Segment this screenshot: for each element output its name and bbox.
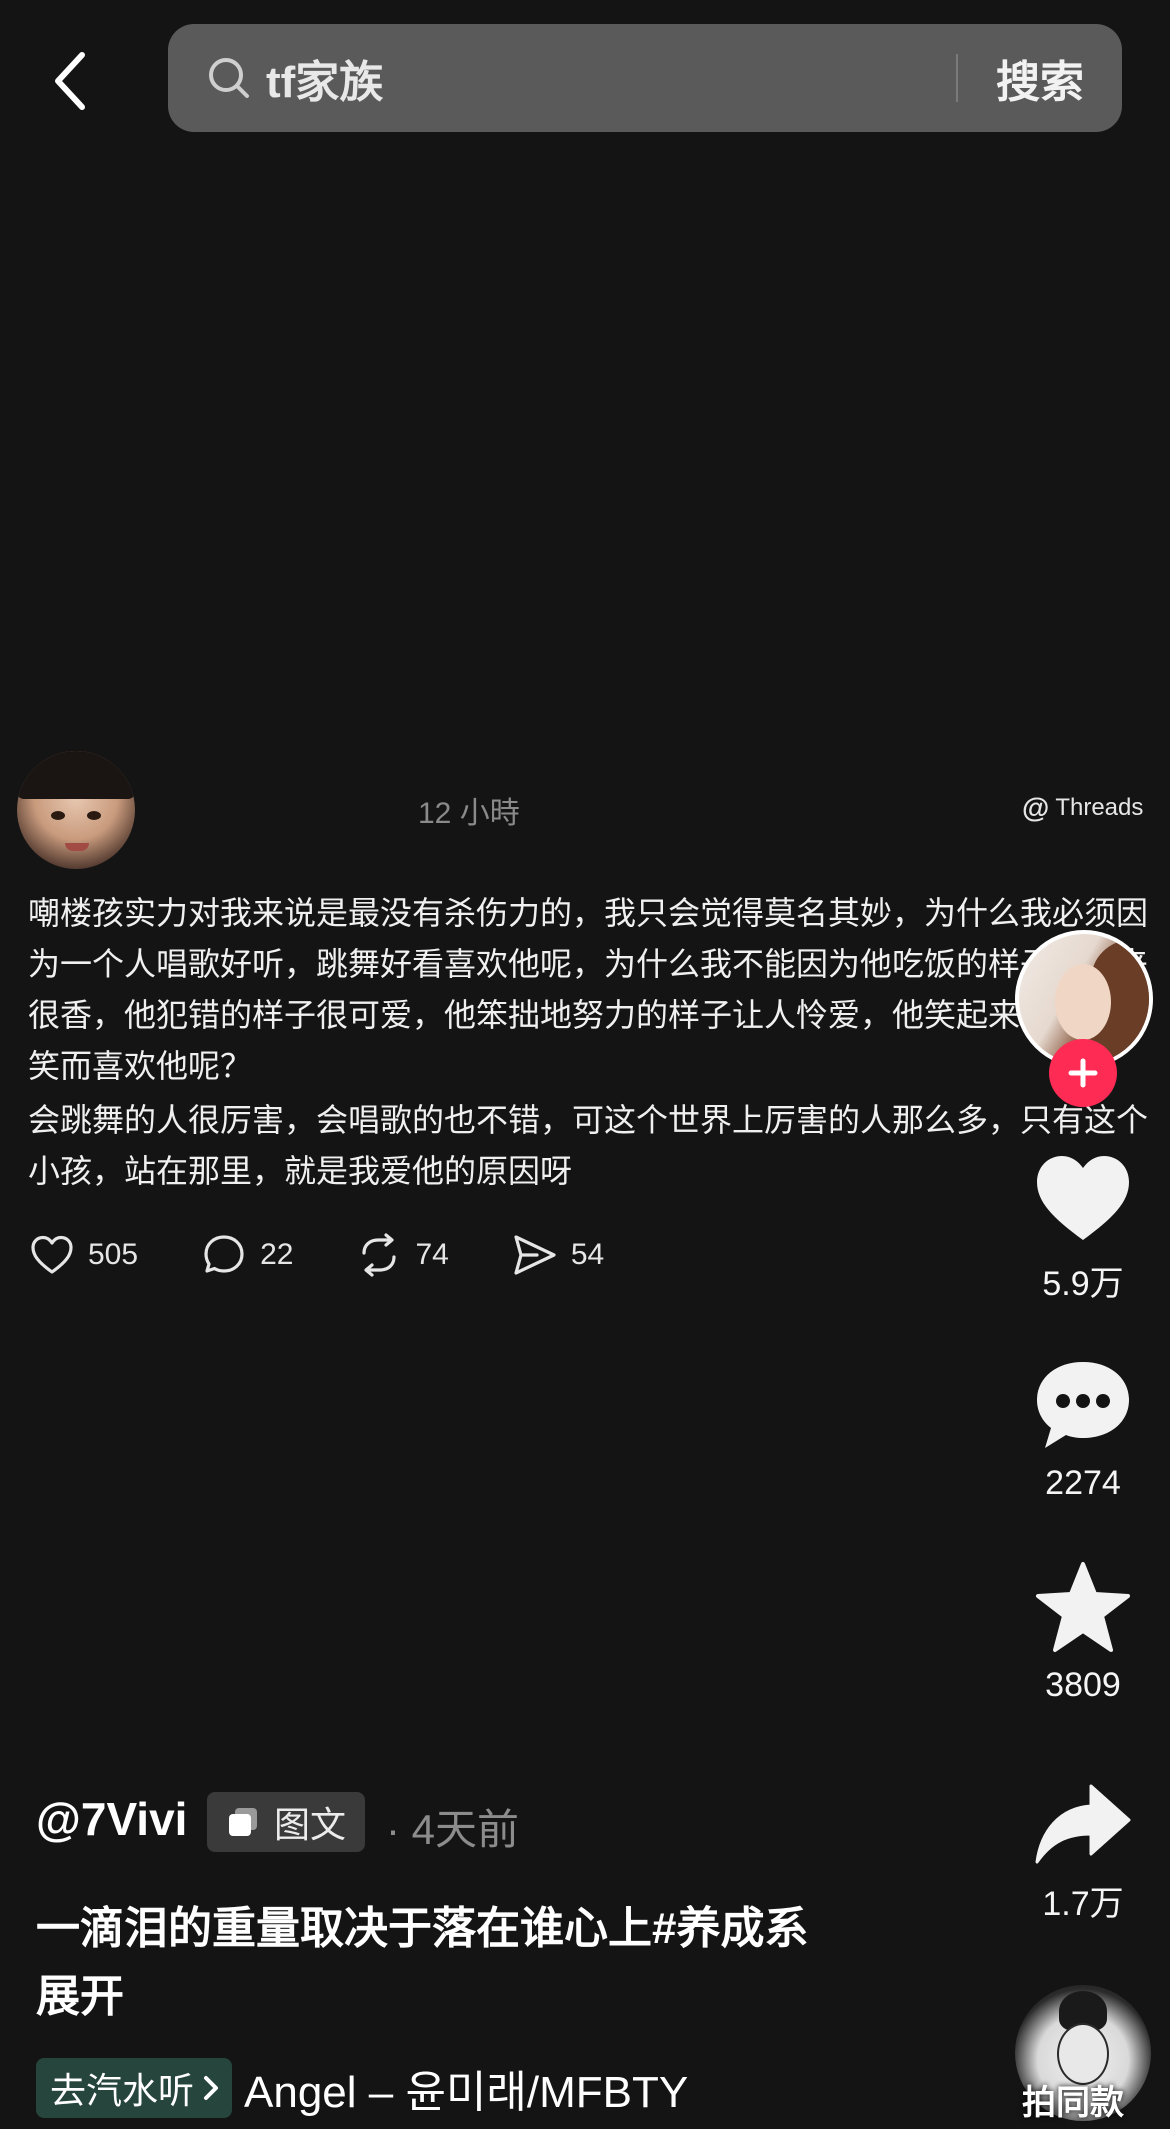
share-arrow-icon — [1035, 1784, 1131, 1864]
music-row: 去汽水听 Angel – 윤미래/MFBTY — [36, 2056, 688, 2120]
search-input[interactable]: tf家族 — [266, 46, 956, 110]
comment-button[interactable]: 2274 — [1013, 1356, 1153, 1503]
threads-post-text: 嘲楼孩实力对我来说是最没有杀伤力的，我只会觉得莫名其妙，为什么我必须因为一个人唱… — [28, 888, 1148, 1197]
back-button[interactable] — [40, 44, 100, 118]
music-title[interactable]: Angel – 윤미래/MFBTY — [244, 2056, 688, 2120]
share-count: 1.7万 — [1042, 1885, 1124, 1923]
like-button[interactable]: 5.9万 — [1013, 1150, 1153, 1305]
heart-icon — [1037, 1156, 1129, 1240]
send-icon — [514, 1235, 556, 1275]
threads-paragraph: 嘲楼孩实力对我来说是最没有杀伤力的，我只会觉得莫名其妙，为什么我必须因为一个人唱… — [28, 895, 1149, 1084]
post-type-label: 图文 — [273, 1804, 346, 1845]
threads-share-stat: 54 — [511, 1231, 604, 1279]
threads-stats-row: 505 22 74 54 — [28, 1230, 666, 1280]
chevron-right-icon — [204, 2076, 219, 2100]
threads-comment-count: 22 — [260, 1238, 294, 1271]
post-caption: 一滴泪的重量取决于落在谁心上#养成系 — [36, 1904, 809, 1953]
heart-outline-icon — [31, 1235, 73, 1274]
shoot-same-button[interactable]: 拍同款 — [1022, 2075, 1162, 2124]
post-page: tf家族 搜索 12 小時 @ Threads 嘲楼孩实力对我来说是最没有杀伤力… — [0, 0, 1170, 2129]
post-type-badge: 图文 — [207, 1792, 365, 1852]
threads-repost-stat: 74 — [355, 1231, 449, 1279]
threads-like-stat: 505 — [28, 1231, 138, 1279]
comment-bubble-icon — [1037, 1362, 1129, 1448]
star-icon — [1036, 1562, 1130, 1652]
expand-button[interactable]: 展开 — [36, 1960, 124, 2024]
threads-like-count: 505 — [88, 1238, 139, 1271]
threads-paragraph: 会跳舞的人很厉害，会唱歌的也不错，可这个世界上厉害的人那么多，只有这个小孩，站在… — [28, 1102, 1149, 1189]
threads-post-time: 12 小時 — [418, 797, 520, 830]
post-date: · 4天前 — [386, 1806, 520, 1853]
image-text-icon — [228, 1808, 257, 1836]
author-username[interactable]: @7Vivi — [36, 1792, 187, 1846]
threads-repost-count: 74 — [415, 1238, 449, 1271]
favorite-count: 3809 — [1045, 1666, 1121, 1704]
like-count: 5.9万 — [1042, 1265, 1124, 1303]
threads-source-label: Threads — [1055, 794, 1144, 821]
threads-logo-icon: @ — [1022, 792, 1050, 823]
threads-share-count: 54 — [570, 1238, 605, 1271]
plus-icon — [1068, 1058, 1098, 1088]
threads-source-badge: @ Threads — [1022, 792, 1143, 824]
favorite-button[interactable]: 3809 — [1013, 1560, 1153, 1705]
share-button[interactable]: 1.7万 — [1013, 1782, 1153, 1925]
search-button[interactable]: 搜索 — [958, 46, 1122, 110]
chevron-left-icon — [55, 52, 85, 110]
threads-comment-stat: 22 — [200, 1231, 293, 1279]
listen-in-qishui-button[interactable]: 去汽水听 — [36, 2058, 233, 2118]
comment-count: 2274 — [1045, 1464, 1121, 1502]
follow-button[interactable] — [1049, 1039, 1117, 1107]
repost-icon — [362, 1233, 397, 1277]
comment-outline-icon — [204, 1235, 244, 1273]
music-chip-label: 去汽水听 — [50, 2070, 195, 2111]
search-icon — [206, 55, 252, 101]
search-bar[interactable]: tf家族 搜索 — [168, 24, 1122, 132]
threads-author-avatar — [17, 751, 135, 869]
